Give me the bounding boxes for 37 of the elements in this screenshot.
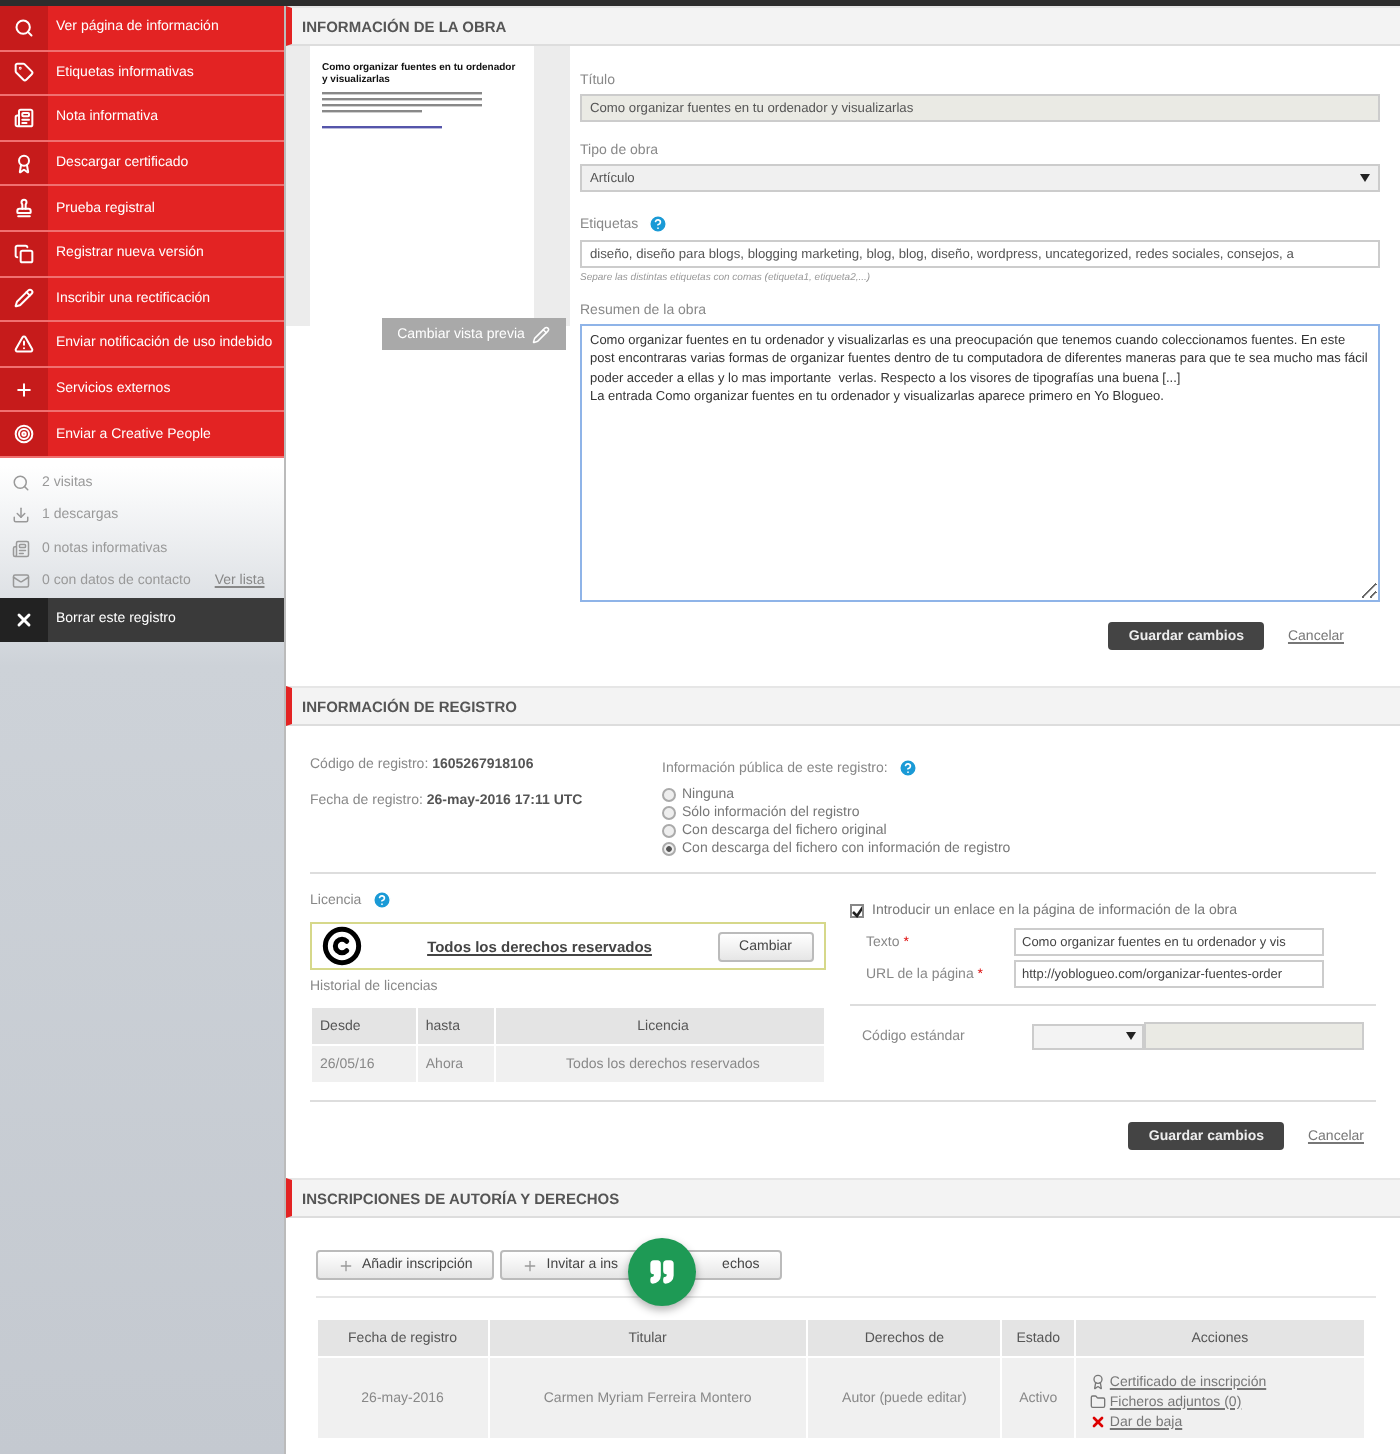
award-icon	[14, 153, 34, 174]
search-icon	[14, 17, 34, 38]
note-icon	[12, 539, 30, 558]
code-field[interactable]	[1144, 1022, 1364, 1050]
folder-icon	[1089, 1394, 1106, 1410]
quote-icon	[648, 1258, 676, 1286]
help-icon[interactable]	[897, 758, 918, 778]
mail-icon	[12, 572, 30, 591]
pencil-icon	[532, 325, 551, 343]
target-icon	[14, 424, 34, 445]
radio-button[interactable]	[662, 806, 676, 820]
plus-icon	[338, 1257, 354, 1273]
caret-icon	[1360, 174, 1370, 182]
award-icon	[1089, 1374, 1106, 1390]
help-icon[interactable]	[648, 214, 669, 234]
quote-button[interactable]	[628, 1238, 696, 1306]
copy-icon	[14, 243, 34, 264]
radio-button[interactable]	[662, 788, 676, 802]
checkbox[interactable]	[850, 904, 864, 918]
tag-icon	[14, 62, 34, 83]
note-icon	[14, 107, 34, 128]
download-icon	[12, 506, 30, 525]
copyright-icon	[322, 926, 362, 966]
check-icon	[852, 905, 862, 917]
plus-icon	[14, 379, 34, 400]
close-icon	[1089, 1414, 1106, 1430]
help-icon[interactable]	[371, 890, 392, 910]
caret-icon	[1126, 1032, 1136, 1040]
close-icon	[14, 609, 34, 630]
radio-button[interactable]	[662, 842, 676, 856]
pencil-icon	[14, 288, 34, 309]
stamp-icon	[14, 198, 34, 219]
radio-button[interactable]	[662, 824, 676, 838]
code-select[interactable]	[1032, 1023, 1144, 1049]
plus-icon	[522, 1257, 539, 1273]
warning-icon	[14, 333, 34, 354]
search-icon	[12, 473, 30, 492]
